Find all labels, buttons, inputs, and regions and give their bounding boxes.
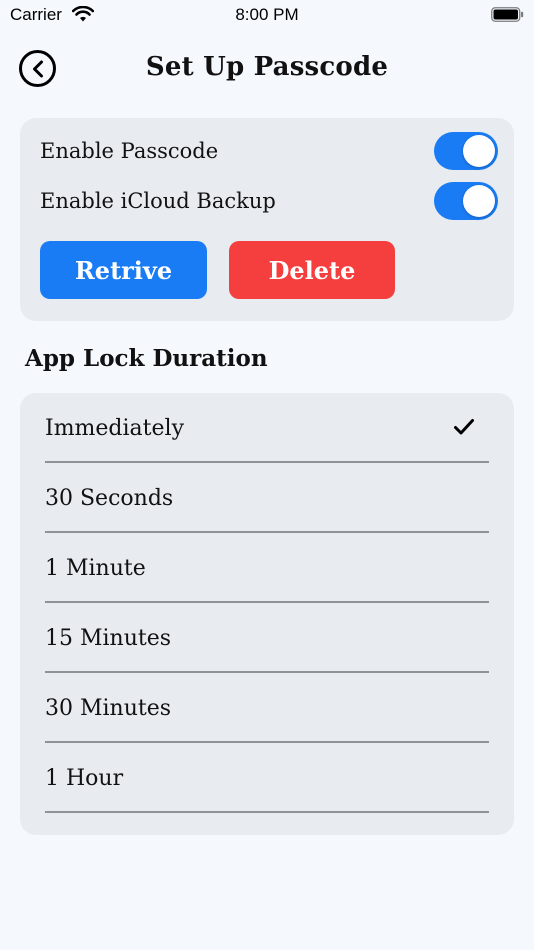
- status-bar: Carrier 8:00 PM: [0, 0, 534, 32]
- duration-option-30-minutes[interactable]: 30 Minutes: [45, 673, 489, 743]
- duration-option-30-seconds[interactable]: 30 Seconds: [45, 463, 489, 533]
- duration-option-label: 30 Minutes: [45, 695, 172, 721]
- delete-button[interactable]: Delete: [229, 241, 395, 299]
- duration-option-label: 15 Minutes: [45, 625, 172, 651]
- duration-option-1-hour[interactable]: 1 Hour: [45, 743, 489, 813]
- page-title: Set Up Passcode: [145, 52, 389, 82]
- enable-passcode-toggle[interactable]: [434, 132, 498, 170]
- checkmark-icon: [454, 419, 474, 435]
- enable-icloud-backup-label: Enable iCloud Backup: [40, 189, 276, 213]
- duration-option-1-minute[interactable]: 1 Minute: [45, 533, 489, 603]
- retrive-button[interactable]: Retrive: [40, 241, 207, 299]
- toggle-knob: [463, 135, 495, 167]
- app-lock-duration-title: App Lock Duration: [25, 345, 268, 372]
- passcode-settings-card: Enable Passcode Enable iCloud Backup Ret…: [20, 118, 514, 321]
- app-lock-duration-list: Immediately 30 Seconds 1 Minute 15 Minut…: [20, 393, 514, 835]
- enable-passcode-row: Enable Passcode: [40, 131, 498, 171]
- navigation-bar: Set Up Passcode: [0, 40, 534, 100]
- duration-option-label: Immediately: [45, 415, 184, 441]
- enable-passcode-label: Enable Passcode: [40, 139, 219, 163]
- duration-option-label: 30 Seconds: [45, 485, 174, 511]
- clock: 8:00 PM: [235, 5, 299, 24]
- enable-icloud-backup-row: Enable iCloud Backup: [40, 181, 498, 221]
- toggle-knob: [463, 185, 495, 217]
- enable-icloud-backup-toggle[interactable]: [434, 182, 498, 220]
- battery-icon: [491, 7, 524, 22]
- duration-option-15-minutes[interactable]: 15 Minutes: [45, 603, 489, 673]
- duration-option-immediately[interactable]: Immediately: [45, 393, 489, 463]
- duration-option-label: 1 Hour: [45, 765, 124, 791]
- duration-option-label: 1 Minute: [45, 555, 146, 581]
